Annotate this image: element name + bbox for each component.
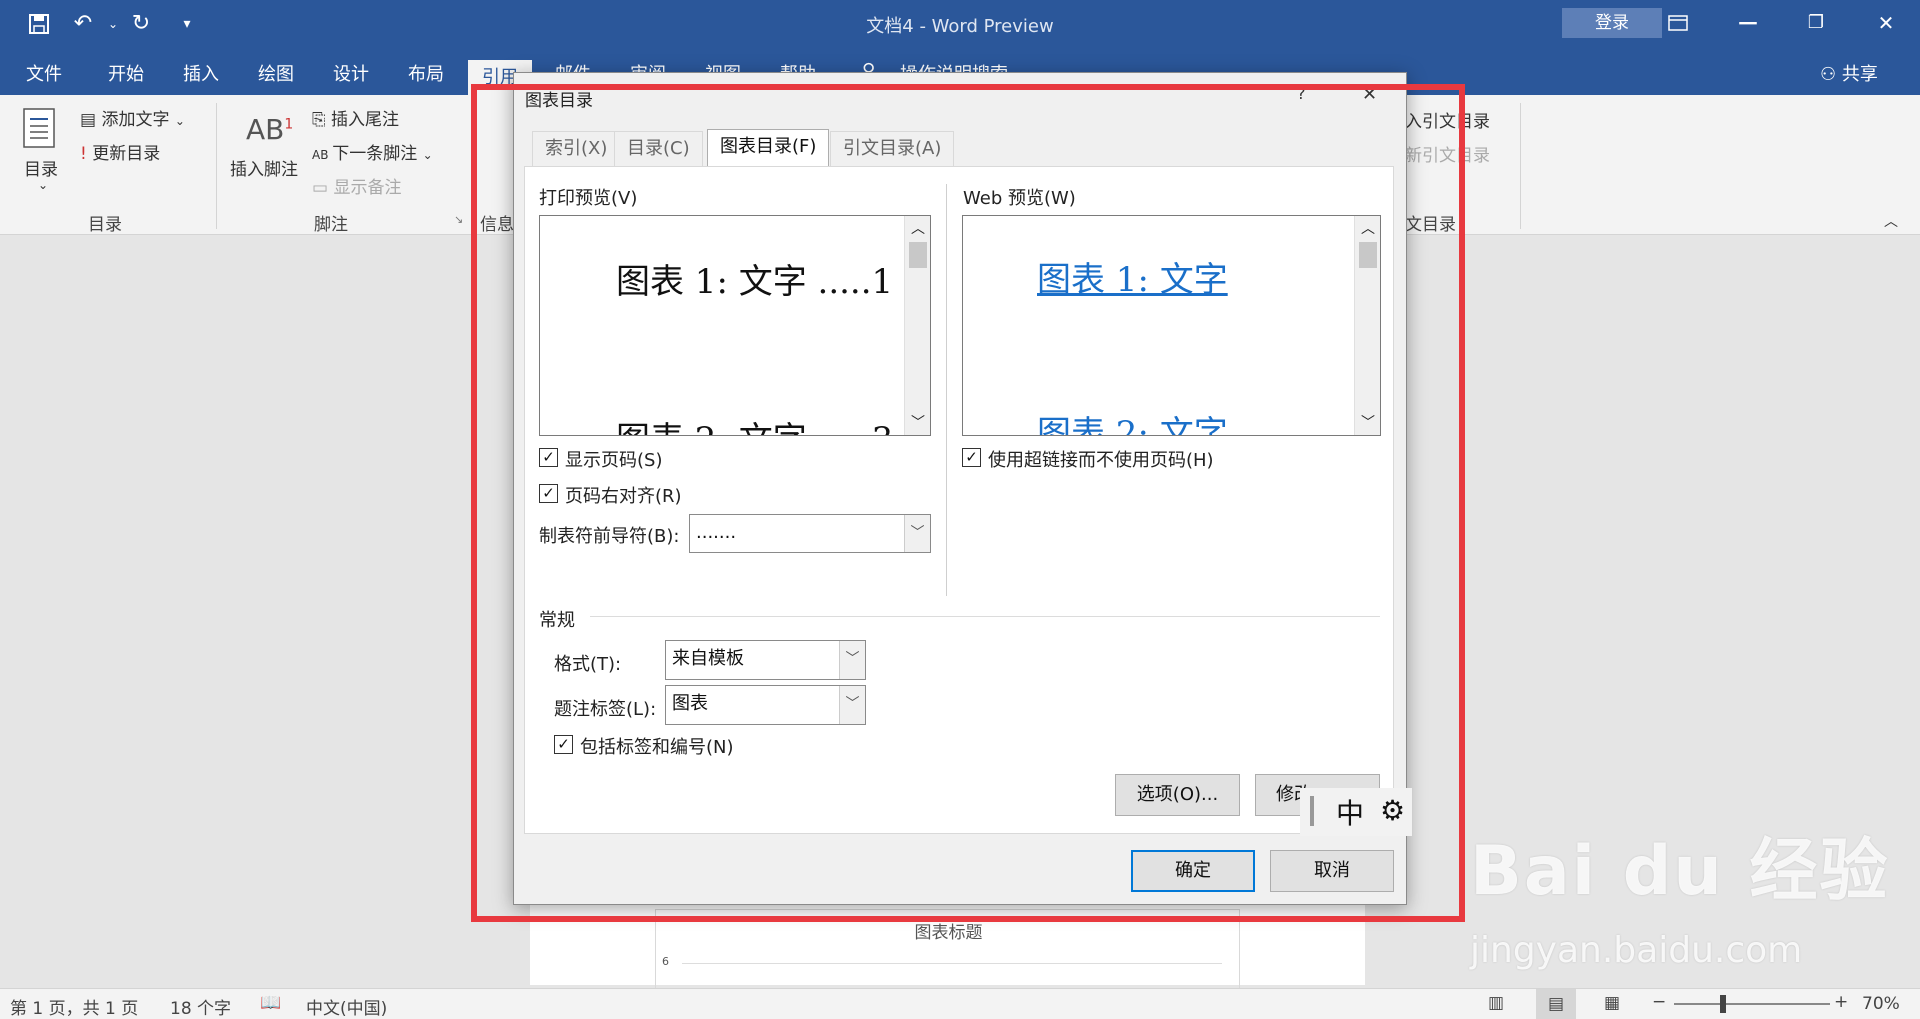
print-layout-icon[interactable]: ▤: [1536, 989, 1576, 1019]
restore-icon[interactable]: ❐: [1796, 8, 1836, 38]
endnote-icon: ⎘: [312, 110, 332, 130]
next-footnote-label: 下一条脚注: [332, 144, 418, 164]
tab-home[interactable]: 开始: [108, 60, 144, 86]
update-toc-button[interactable]: ! 更新目录: [80, 139, 160, 164]
close-window-icon[interactable]: ✕: [1866, 8, 1906, 38]
zoom-slider[interactable]: [1674, 1003, 1830, 1005]
show-notes-label: 显示备注: [333, 178, 402, 198]
dialog-launcher-icon[interactable]: ↘: [454, 213, 463, 226]
page-count[interactable]: 第 1 页，共 1 页: [10, 994, 138, 1019]
axis-tick: 6: [662, 955, 669, 968]
language-indicator[interactable]: 中文(中国): [306, 994, 387, 1019]
highlight-box: [471, 84, 1465, 922]
tab-layout[interactable]: 布局: [408, 60, 444, 86]
collapse-ribbon-icon[interactable]: ︿: [1884, 211, 1898, 231]
watermark-url: jingyan.baidu.com: [1470, 930, 1803, 971]
person-icon: ⚇: [1820, 64, 1842, 85]
insert-footnote-button[interactable]: 插入脚注: [230, 155, 298, 180]
proofing-icon[interactable]: 📖: [260, 993, 281, 1013]
tab-design[interactable]: 设计: [333, 60, 369, 86]
show-notes-icon: ▭: [312, 178, 334, 198]
group-label-toc: 目录: [88, 215, 122, 235]
read-mode-icon[interactable]: ▥: [1488, 993, 1504, 1013]
zoom-level[interactable]: 70%: [1862, 994, 1900, 1014]
footnote-icon[interactable]: AB1: [246, 113, 293, 146]
share-label: 共享: [1841, 64, 1878, 85]
add-text-label: 添加文字: [101, 110, 170, 130]
tab-insert[interactable]: 插入: [183, 60, 219, 86]
update-toc-label: 更新目录: [92, 144, 161, 164]
separator: [216, 103, 217, 229]
zoom-out-button[interactable]: −: [1652, 992, 1666, 1012]
tab-file[interactable]: 文件: [26, 60, 62, 86]
zoom-in-button[interactable]: +: [1834, 992, 1848, 1012]
login-button[interactable]: 登录: [1562, 8, 1662, 38]
word-count[interactable]: 18 个字: [170, 994, 231, 1019]
group-label-footnotes: 脚注: [314, 215, 348, 235]
chevron-down-icon: ⌄: [422, 148, 433, 162]
update-icon: !: [80, 144, 93, 164]
separator: [1520, 103, 1521, 229]
share-button[interactable]: ⚇ 共享: [1820, 60, 1878, 86]
gridline: [682, 963, 1222, 964]
watermark-brand: Bai du 经验: [1470, 832, 1890, 911]
insert-endnote-label: 插入尾注: [331, 110, 400, 130]
toc-icon[interactable]: [22, 107, 58, 153]
next-footnote-icon: AB: [312, 148, 333, 162]
ribbon-display-icon[interactable]: [1658, 8, 1698, 38]
title-bar: ↶ ⌄ ↻ ▾ 文档4 - Word Preview 登录 − ❐ ✕: [0, 0, 1920, 47]
chevron-down-icon: ⌄: [174, 114, 185, 128]
toc-dropdown-icon[interactable]: ⌄: [38, 178, 48, 192]
zoom-slider-thumb[interactable]: [1720, 995, 1726, 1013]
show-notes-button[interactable]: ▭ 显示备注: [312, 173, 401, 198]
add-text-button[interactable]: ▤ 添加文字 ⌄: [80, 105, 185, 130]
add-text-icon: ▤: [80, 110, 102, 130]
status-bar: 第 1 页，共 1 页 18 个字 📖 中文(中国) ▥ ▤ ▦ − + 70%: [0, 988, 1920, 1019]
minimize-icon[interactable]: −: [1728, 8, 1768, 38]
insert-endnote-button[interactable]: ⎘ 插入尾注: [312, 105, 399, 130]
next-footnote-button[interactable]: AB 下一条脚注 ⌄: [312, 139, 433, 164]
tab-draw[interactable]: 绘图: [258, 60, 294, 86]
toc-button[interactable]: 目录: [24, 155, 58, 180]
web-layout-icon[interactable]: ▦: [1604, 993, 1620, 1013]
